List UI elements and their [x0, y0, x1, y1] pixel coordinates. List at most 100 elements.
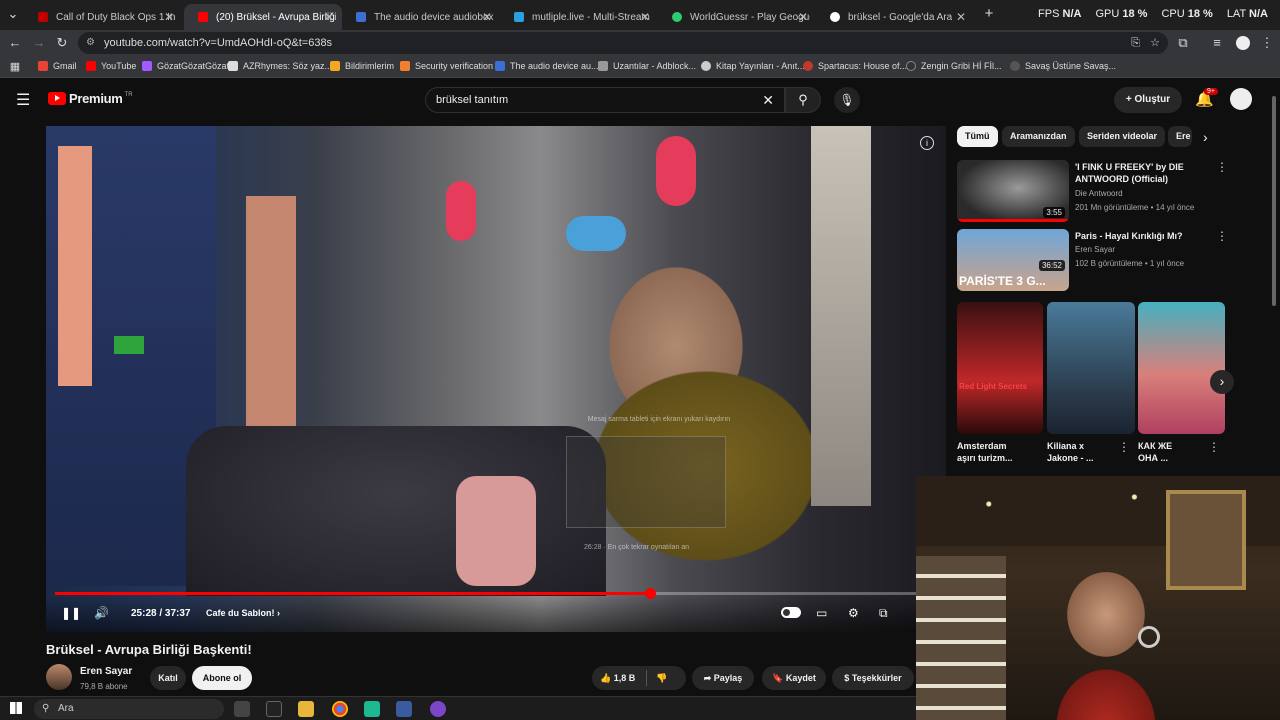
clear-search-icon[interactable]: ✕ [762, 88, 774, 112]
bookmark-item[interactable]: GözatGözatGözat [142, 61, 229, 71]
save-button[interactable]: 🔖 Kaydet [762, 666, 826, 690]
channel-name[interactable]: Eren Sayar [80, 666, 132, 677]
chip-series[interactable]: Seriden videolar [1079, 126, 1166, 147]
like-button[interactable]: 👍 1,8 B [600, 673, 635, 683]
taskbar-search[interactable]: ⚲ Ara [34, 699, 224, 719]
short-thumbnail[interactable] [1047, 302, 1135, 434]
site-info-icon[interactable]: ⚙ [86, 32, 95, 54]
hamburger-menu-icon[interactable]: ☰ [16, 90, 30, 110]
search-input[interactable]: brüksel tanıtım ✕ [425, 87, 785, 113]
close-icon[interactable]: ✕ [482, 10, 492, 24]
channel-avatar[interactable] [46, 664, 72, 690]
bookmark-item[interactable]: Spartacus: House of... [803, 61, 907, 71]
bookmark-item[interactable]: AZRhymes: Söz yaz... [228, 61, 332, 71]
live-app-icon[interactable] [266, 701, 282, 717]
short-title[interactable]: Amsterdam aşırı turizm... [957, 440, 1027, 464]
more-options-icon[interactable]: ⋮ [1118, 440, 1130, 454]
search-button[interactable]: ⚲ [785, 87, 821, 113]
subtitles-icon[interactable]: ▭ [816, 606, 827, 620]
bookmark-item[interactable]: The audio device au... [495, 61, 599, 71]
bookmark-favicon-icon [400, 61, 410, 71]
short-thumbnail[interactable] [1138, 302, 1225, 434]
pause-icon[interactable]: ❚❚ [61, 606, 81, 620]
recommendation-channel[interactable]: Eren Sayar [1075, 245, 1115, 254]
bookmark-item[interactable]: Savaş Üstüne Savaş... [1010, 61, 1116, 71]
page-scrollbar[interactable] [1272, 96, 1276, 306]
browser-tab[interactable]: WorldGuessr - Play Geoguessr ✕ [658, 4, 816, 30]
miniplayer-icon[interactable]: ⧉ [879, 606, 888, 621]
extensions-icon[interactable]: ⧉ [1174, 34, 1192, 52]
obs-icon[interactable] [430, 701, 446, 717]
bookmark-item[interactable]: Gmail [38, 61, 77, 71]
chapter-button[interactable]: Cafe du Sablon! › [206, 608, 280, 618]
chevron-right-icon[interactable]: › [1203, 129, 1208, 145]
reload-icon[interactable]: ↻ [53, 34, 71, 52]
close-icon[interactable]: ✕ [164, 10, 174, 24]
youtube-premium-logo[interactable]: Premium TR [48, 91, 133, 106]
video-thumbnail[interactable]: 3:55 [957, 160, 1069, 222]
settings-gear-icon[interactable]: ⚙ [848, 606, 859, 620]
chip-from-search[interactable]: Aramanızdan [1002, 126, 1075, 147]
file-explorer-icon[interactable] [298, 701, 314, 717]
app-icon[interactable] [364, 701, 380, 717]
browser-tab[interactable]: Call of Duty Black Ops 1 İndir - ✕ [24, 4, 182, 30]
browser-tab[interactable]: brüksel - Google'da Ara ✕ [816, 4, 974, 30]
share-button[interactable]: ➦ Paylaş [692, 666, 754, 690]
task-view-icon[interactable] [234, 701, 250, 717]
short-thumbnail[interactable]: Red Light Secrets [957, 302, 1043, 434]
autoplay-toggle[interactable] [781, 607, 801, 618]
subscribe-button[interactable]: Abone ol [192, 666, 252, 690]
bookmark-item[interactable]: Kitap Yayınları - Anıt... [701, 61, 805, 71]
volume-icon[interactable]: 🔊 [94, 606, 109, 620]
profile-icon[interactable] [1234, 34, 1252, 52]
recommendation-title[interactable]: 'I FINK U FREEKY' by DIE ANTWOORD (Offici… [1075, 161, 1210, 185]
bookmark-item[interactable]: Zengin Gribi Hİ Fİl... [906, 61, 1002, 71]
app-icon[interactable] [396, 701, 412, 717]
bookmark-star-icon[interactable]: ☆ [1150, 32, 1160, 54]
close-icon[interactable]: ✕ [798, 10, 808, 24]
dislike-icon[interactable]: 👎 [656, 666, 667, 690]
close-icon[interactable]: ✕ [640, 10, 650, 24]
account-avatar[interactable] [1230, 88, 1252, 110]
chrome-icon[interactable] [332, 701, 348, 717]
more-options-icon[interactable]: ⋮ [1208, 440, 1220, 454]
bookmark-item[interactable]: Uzantılar - Adblock... [598, 61, 696, 71]
new-tab-button[interactable]: + [980, 5, 998, 23]
back-icon[interactable]: ← [6, 34, 24, 52]
browser-tab[interactable]: mutliple.live - Multi-Stream Da ✕ [500, 4, 658, 30]
address-bar[interactable]: ⚙ youtube.com/watch?v=UmdAOHdI-oQ&t=638s… [78, 32, 1168, 54]
shorts-next-chevron-icon[interactable]: › [1210, 370, 1234, 394]
bookmark-item[interactable]: Bildirimlerim [330, 61, 394, 71]
recommendation-title[interactable]: Paris - Hayal Kırıklığı Mı? [1075, 230, 1210, 242]
close-icon[interactable]: ✕ [956, 10, 966, 24]
menu-icon[interactable]: ⋮ [1258, 34, 1276, 52]
install-icon[interactable]: ⎘ [1131, 32, 1140, 54]
favicon-icon [672, 12, 682, 22]
video-thumbnail[interactable]: PARİS'TE 3 G... 36:52 [957, 229, 1069, 291]
browser-tab-active[interactable]: (20) Brüksel - Avrupa Birliği ✕ [184, 4, 342, 30]
bookmark-item[interactable]: Security verification [400, 61, 493, 71]
create-button[interactable]: + Oluştur [1114, 87, 1182, 113]
bookmark-item[interactable]: YouTube [86, 61, 136, 71]
chip-channel[interactable]: Ere [1168, 126, 1192, 147]
progress-bar[interactable] [55, 588, 923, 599]
chip-all[interactable]: Tümü [957, 126, 998, 147]
super-thanks-icon: $ [844, 673, 852, 683]
voice-search-button[interactable]: 🎙 [834, 87, 860, 113]
more-options-icon[interactable]: ⋮ [1216, 160, 1228, 174]
windows-start-icon[interactable] [10, 702, 22, 714]
apps-grid-icon[interactable]: ▦ [6, 58, 24, 76]
short-title[interactable]: КАК ЖЕ ОНА ... [1138, 440, 1208, 464]
browser-tab[interactable]: The audio device audiobox cou ✕ [342, 4, 500, 30]
close-icon[interactable]: ✕ [324, 10, 334, 24]
video-player[interactable]: Mesaj sarma tableti için ekranı yukarı k… [46, 126, 946, 632]
tab-search-icon[interactable]: ⌄ [4, 5, 22, 23]
short-title[interactable]: Kiliana x Jakone - ... [1047, 440, 1117, 464]
info-icon[interactable]: i [920, 136, 934, 150]
thanks-button[interactable]: $ Teşekkürler [832, 666, 914, 690]
recommendation-channel[interactable]: Die Antwoord [1075, 189, 1123, 198]
forward-icon[interactable]: → [30, 34, 48, 52]
join-button[interactable]: Katıl [150, 666, 186, 690]
more-options-icon[interactable]: ⋮ [1216, 229, 1228, 243]
reading-list-icon[interactable]: ≡ [1208, 34, 1226, 52]
